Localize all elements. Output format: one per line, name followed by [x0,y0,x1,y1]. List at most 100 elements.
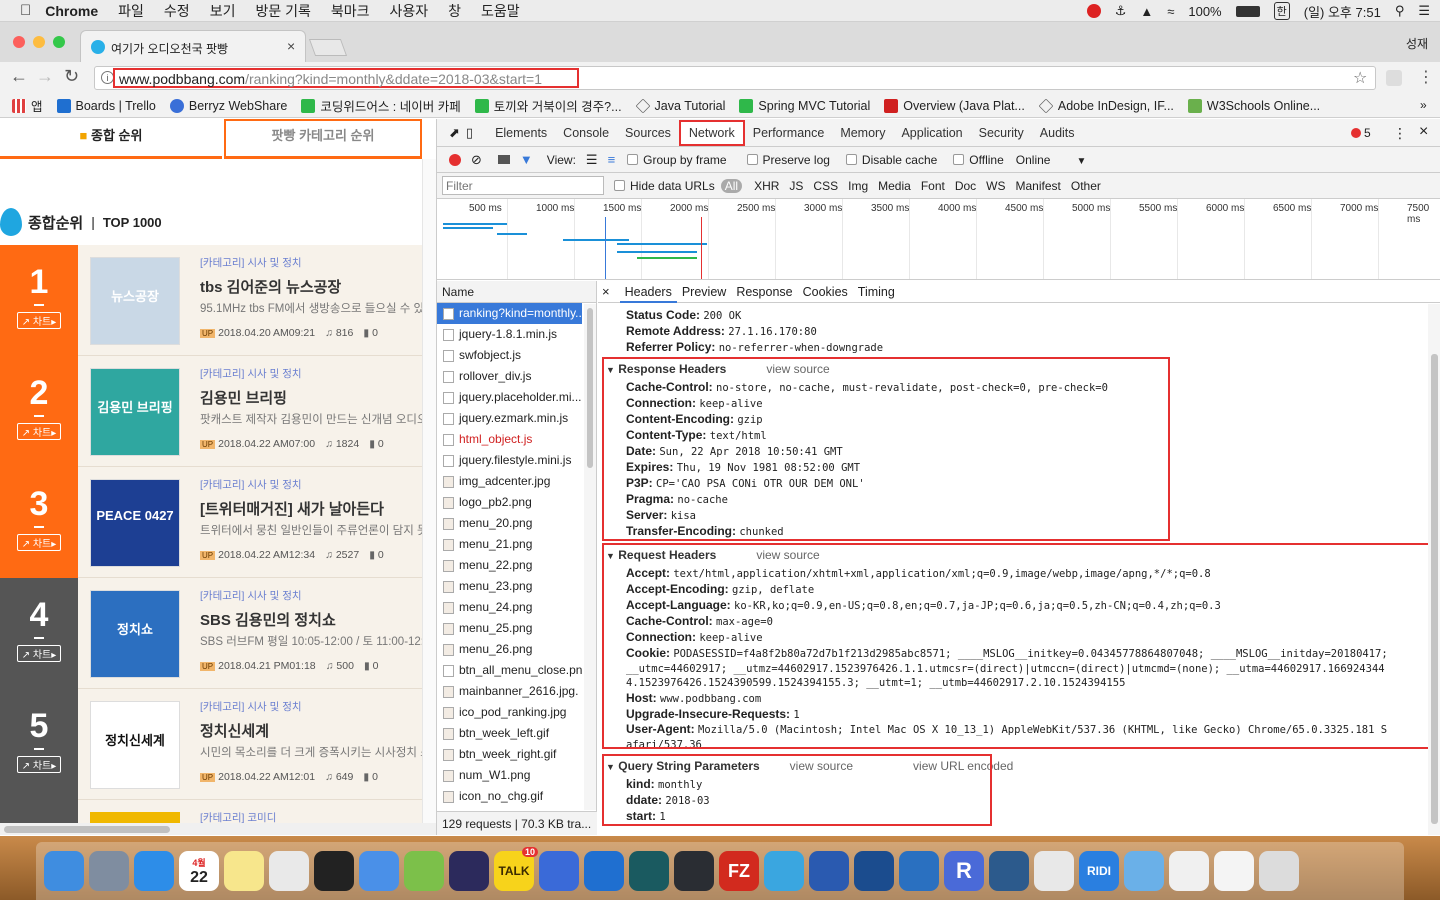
request-row[interactable]: menu_25.png [437,618,582,639]
dock-notes-icon[interactable] [224,851,264,891]
request-row[interactable]: mainbanner_2616.jpg. [437,681,582,702]
apple-icon[interactable]:  [20,2,31,19]
request-row[interactable]: swfobject.js [437,345,582,366]
vertical-scrollbar[interactable] [422,159,436,823]
network-overview-timeline[interactable]: 500 ms 1000 ms 1500 ms 2000 ms 2500 ms 3000 m… [437,199,1440,280]
ranking-row[interactable]: 4 ↗ 차트▸ 정치쇼 [카테고리] 시사 및 정치 SBS 김용민의 정치쇼 SBS 러… [0,578,422,689]
type-doc[interactable]: Doc [955,179,976,193]
url-text[interactable]: www.podbbang.com/ranking?kind=monthly&dd… [119,71,542,87]
type-css[interactable]: CSS [813,179,838,193]
dock-gitkraken-icon[interactable] [629,851,669,891]
throttling-select[interactable]: Online ▼ [1016,153,1087,167]
podcast-thumbnail[interactable]: 정치쇼 [90,590,180,678]
tab-memory[interactable]: Memory [832,119,893,147]
tab-application[interactable]: Application [893,119,970,147]
clear-icon[interactable]: ⊘ [471,152,482,168]
bookmark-java-overview[interactable]: Overview (Java Plat... [884,98,1025,113]
request-row[interactable]: rollover_div.js [437,366,582,387]
bookmark-star-icon[interactable]: ☆ [1353,68,1367,88]
dock-word-icon[interactable] [809,851,849,891]
offline-checkbox[interactable]: Offline [953,153,1004,167]
forward-icon[interactable]: → [36,66,54,87]
details-scrollbar[interactable] [1428,304,1440,835]
menu-view[interactable]: 보기 [210,1,236,21]
error-counter[interactable]: 5 [1351,126,1371,140]
hide-data-urls-checkbox[interactable]: Hide data URLs [614,179,715,193]
tab-headers[interactable]: Headers [619,281,677,303]
tab-security[interactable]: Security [971,119,1032,147]
tab-category-ranking[interactable]: 팟빵 카테고리 순위 [224,119,422,159]
bookmark-rabbit-turtle[interactable]: 토끼와 거북이의 경주?... [474,96,622,115]
scrollbar-thumb[interactable] [1431,354,1438,824]
podcast-thumbnail[interactable]: 정치신세계 [90,701,180,789]
dock-sourcetree-icon[interactable] [854,851,894,891]
capture-screenshots-icon[interactable] [497,155,510,164]
type-all[interactable]: All [720,178,743,193]
tab-network[interactable]: Network [678,119,745,146]
menu-help[interactable]: 도움말 [481,1,520,21]
podcast-title[interactable]: tbs 김어준의 뉴스공장 [200,276,341,297]
category-link[interactable]: [카테고리] 시사 및 정치 [200,588,302,603]
ranking-row[interactable]: 5 ↗ 차트▸ 정치신세계 [카테고리] 시사 및 정치 정치신세계 시민의 목소리를 더… [0,689,422,800]
omnibox[interactable]: i www.podbbang.com/ranking?kind=monthly&… [94,66,1376,90]
type-font[interactable]: Font [921,179,945,193]
dock-instastats-icon[interactable] [539,851,579,891]
request-row[interactable]: menu_24.png [437,597,582,618]
extension-icon[interactable] [1386,70,1402,86]
tab-performance[interactable]: Performance [745,119,833,147]
tab-response[interactable]: Response [731,281,797,303]
dock-finder-icon[interactable] [44,851,84,891]
type-js[interactable]: JS [789,179,803,193]
profile-name[interactable]: 성재 [1406,35,1428,52]
inspect-element-icon[interactable]: ⬈ [449,125,460,141]
request-row[interactable]: html_object.js [437,429,582,450]
bookmark-trello[interactable]: Boards | Trello [56,98,156,113]
request-row[interactable]: btn_week_right.gif [437,744,582,765]
category-link[interactable]: [카테고리] 시사 및 정치 [200,366,302,381]
dock-calendar-icon[interactable]: 4월 22 [179,851,219,891]
request-row[interactable]: icon_no_chg.gif [437,786,582,807]
chart-button[interactable]: ↗ 차트▸ [16,312,62,329]
battery-icon[interactable] [1235,5,1260,17]
podcast-thumbnail[interactable]: PEACE 0427 [90,479,180,567]
tab-console[interactable]: Console [555,119,617,147]
record-button[interactable] [449,153,461,166]
request-row[interactable]: jquery-1.8.1.min.js [437,324,582,345]
request-row[interactable]: ico_pod_ranking.jpg [437,702,582,723]
ranking-row[interactable]: 1 ↗ 차트▸ 뉴스공장 [카테고리] 시사 및 정치 tbs 김어준의 뉴스공장 95.… [0,245,422,356]
menu-edit[interactable]: 수정 [164,1,190,21]
request-row[interactable]: menu_20.png [437,513,582,534]
type-other[interactable]: Other [1071,179,1101,193]
tab-audits[interactable]: Audits [1032,119,1083,147]
disable-cache-checkbox[interactable]: Disable cache [845,153,937,167]
dock-safari-icon[interactable] [134,851,174,891]
request-row[interactable]: btn_week_left.gif [437,723,582,744]
type-xhr[interactable]: XHR [754,179,779,193]
overview-icon[interactable]: ≡ [608,152,616,167]
bookmark-java-tutorial[interactable]: Java Tutorial [635,98,725,113]
menu-window[interactable]: 창 [448,1,461,21]
menu-chrome[interactable]: Chrome [45,3,98,19]
category-link[interactable]: [카테고리] 시사 및 정치 [200,255,302,270]
bookmark-coding-cafe[interactable]: 코딩위드어스 : 네이버 카페 [301,96,461,115]
type-img[interactable]: Img [848,179,868,193]
name-column-header[interactable]: Name [437,281,596,303]
bookmark-apps[interactable]: 앱 [12,96,43,115]
podcast-title[interactable]: [트위터매거진] 새가 날아든다 [200,498,384,519]
chrome-menu-icon[interactable]: ⋮ [1418,67,1434,87]
notification-center-icon[interactable]: ☰ [1418,3,1430,19]
podcast-title[interactable]: 정치신세계 [200,720,269,741]
dock-folder-icon[interactable] [1124,851,1164,891]
menu-people[interactable]: 사용자 [390,1,429,21]
tab-preview[interactable]: Preview [677,281,731,303]
dock-docker-icon[interactable] [764,851,804,891]
dock-screenshot-icon[interactable] [1169,851,1209,891]
request-row[interactable]: menu_22.png [437,555,582,576]
type-manifest[interactable]: Manifest [1016,179,1061,193]
tab-sources[interactable]: Sources [617,119,679,147]
dock-kakaotalk-icon[interactable]: TALK 10 [494,847,538,891]
request-row[interactable]: menu_21.png [437,534,582,555]
dock-vscode-icon[interactable] [899,851,939,891]
horizontal-scrollbar[interactable] [0,823,436,835]
bookmark-spring-mvc[interactable]: Spring MVC Tutorial [739,98,870,113]
